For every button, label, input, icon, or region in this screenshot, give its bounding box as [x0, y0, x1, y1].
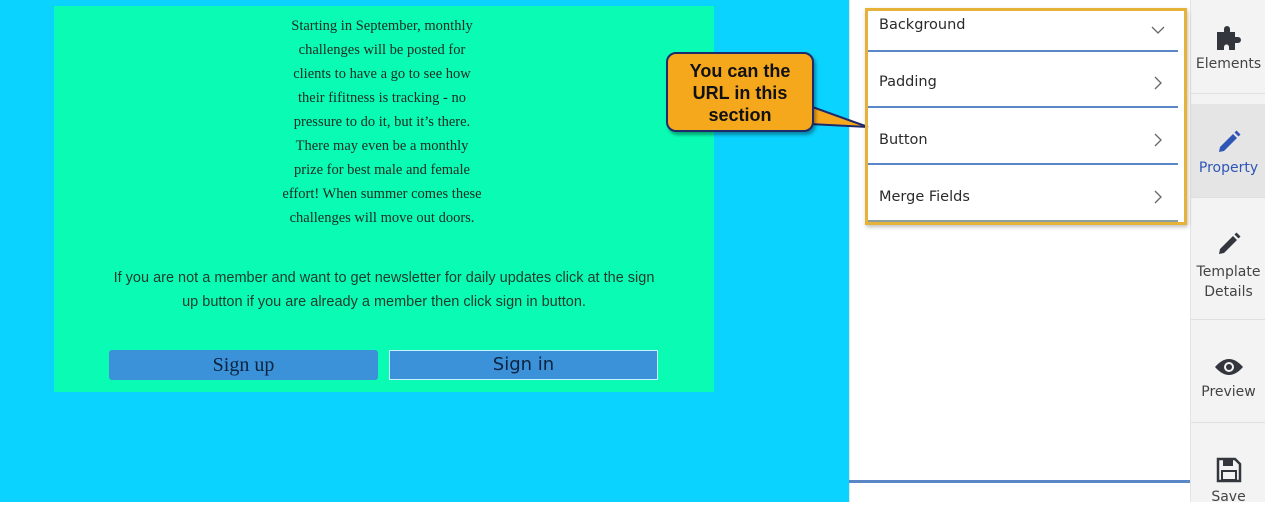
floppy-disk-icon	[1216, 457, 1241, 483]
pencil-icon	[1218, 130, 1240, 152]
right-sidebar: Elements Property Template Details Previ…	[1190, 0, 1265, 505]
sidebar-item-template-details[interactable]: Template Details	[1191, 208, 1265, 320]
body-paragraph[interactable]: Starting in September, monthly challenge…	[282, 14, 482, 230]
sidebar-label: Property	[1198, 160, 1259, 176]
eye-icon	[1214, 359, 1243, 375]
sidebar-label: Save	[1211, 489, 1246, 505]
accordion-label: Padding	[879, 74, 937, 90]
chevron-right-icon	[1154, 133, 1162, 147]
sidebar-label-line1: Template	[1196, 264, 1261, 280]
accordion-padding[interactable]: Padding	[868, 53, 1178, 108]
sidebar-label-line2: Details	[1204, 284, 1253, 300]
accordion-background[interactable]: Background	[868, 0, 1178, 52]
accordion-label: Background	[879, 17, 966, 33]
accordion-merge-fields[interactable]: Merge Fields	[868, 167, 1178, 222]
chevron-right-icon	[1154, 190, 1162, 204]
chevron-down-icon	[1151, 26, 1165, 34]
callout-line-2: URL in this	[692, 83, 788, 103]
pencil-icon	[1218, 232, 1240, 254]
tutorial-callout: You can the URL in this section	[666, 52, 814, 132]
accordion-label: Button	[879, 132, 928, 148]
sidebar-item-property[interactable]: Property	[1191, 104, 1265, 198]
chevron-right-icon	[1154, 76, 1162, 90]
puzzle-icon	[1216, 26, 1241, 50]
sidebar-label: Preview	[1201, 384, 1256, 400]
panel-divider	[849, 480, 1190, 483]
accordion-button[interactable]: Button	[868, 110, 1178, 165]
sidebar-label: Elements	[1195, 56, 1262, 72]
membership-note[interactable]: If you are not a member and want to get …	[104, 266, 664, 314]
sidebar-item-elements[interactable]: Elements	[1191, 0, 1265, 94]
sidebar-item-save[interactable]: Save	[1191, 423, 1265, 513]
sign-in-button[interactable]: Sign in	[389, 350, 658, 380]
sign-up-button[interactable]: Sign up	[109, 350, 378, 380]
callout-line-1: You can the	[689, 61, 791, 81]
accordion-label: Merge Fields	[879, 189, 970, 205]
callout-line-3: section	[708, 105, 772, 125]
sidebar-item-preview[interactable]: Preview	[1191, 320, 1265, 423]
